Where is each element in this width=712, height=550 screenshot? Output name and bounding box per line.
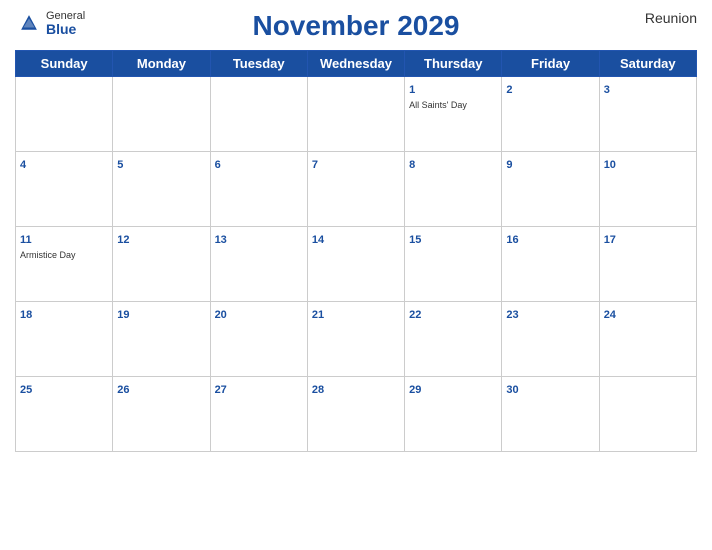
- calendar-cell: 8: [405, 152, 502, 227]
- calendar-cell: 25: [16, 377, 113, 452]
- month-title: November 2029: [252, 10, 459, 42]
- calendar-week-row: 11 Armistice Day 12 13 14 15 16 17: [16, 227, 697, 302]
- holiday-label: Armistice Day: [20, 250, 108, 261]
- calendar-cell: 21: [307, 302, 404, 377]
- calendar-cell: 10: [599, 152, 696, 227]
- calendar-week-row: 1 All Saints' Day 2 3: [16, 77, 697, 152]
- calendar-week-row: 4 5 6 7 8 9 10: [16, 152, 697, 227]
- logo-blue-text: Blue: [46, 22, 85, 36]
- calendar-cell: 9: [502, 152, 599, 227]
- day-number: 13: [215, 234, 227, 246]
- day-number: 20: [215, 309, 227, 321]
- calendar-cell: [113, 77, 210, 152]
- calendar-cell: 1 All Saints' Day: [405, 77, 502, 152]
- calendar-body: 1All Saints' Day234567891011Armistice Da…: [16, 77, 697, 452]
- day-number: 5: [117, 159, 123, 171]
- calendar-cell: 16: [502, 227, 599, 302]
- calendar-container: General Blue November 2029 Reunion Sunda…: [0, 0, 712, 550]
- day-number: 26: [117, 384, 129, 396]
- calendar-cell: 18: [16, 302, 113, 377]
- day-number: 18: [20, 309, 32, 321]
- calendar-week-row: 25 26 27 28 29 30: [16, 377, 697, 452]
- weekday-header: Sunday: [16, 51, 113, 77]
- day-number: 27: [215, 384, 227, 396]
- weekday-header: Thursday: [405, 51, 502, 77]
- day-number: 1: [409, 84, 415, 96]
- weekday-row: SundayMondayTuesdayWednesdayThursdayFrid…: [16, 51, 697, 77]
- calendar-cell: 3: [599, 77, 696, 152]
- calendar-cell: 11 Armistice Day: [16, 227, 113, 302]
- calendar-cell: 20: [210, 302, 307, 377]
- region-label: Reunion: [645, 10, 697, 26]
- calendar-header-row: SundayMondayTuesdayWednesdayThursdayFrid…: [16, 51, 697, 77]
- calendar-cell: 29: [405, 377, 502, 452]
- calendar-cell: 24: [599, 302, 696, 377]
- calendar-cell: 28: [307, 377, 404, 452]
- day-number: 14: [312, 234, 324, 246]
- weekday-header: Tuesday: [210, 51, 307, 77]
- day-number: 6: [215, 159, 221, 171]
- weekday-header: Friday: [502, 51, 599, 77]
- calendar-week-row: 18 19 20 21 22 23 24: [16, 302, 697, 377]
- day-number: 21: [312, 309, 324, 321]
- logo-text: General Blue: [46, 10, 85, 36]
- calendar-cell: [599, 377, 696, 452]
- calendar-cell: 22: [405, 302, 502, 377]
- holiday-label: All Saints' Day: [409, 100, 497, 111]
- calendar-cell: 5: [113, 152, 210, 227]
- calendar-cell: [210, 77, 307, 152]
- day-number: 28: [312, 384, 324, 396]
- day-number: 10: [604, 159, 616, 171]
- calendar-cell: [16, 77, 113, 152]
- calendar-cell: 6: [210, 152, 307, 227]
- calendar-cell: 13: [210, 227, 307, 302]
- day-number: 15: [409, 234, 421, 246]
- calendar-cell: 7: [307, 152, 404, 227]
- day-number: 30: [506, 384, 518, 396]
- day-number: 29: [409, 384, 421, 396]
- calendar-table: SundayMondayTuesdayWednesdayThursdayFrid…: [15, 50, 697, 452]
- day-number: 9: [506, 159, 512, 171]
- day-number: 17: [604, 234, 616, 246]
- calendar-cell: 15: [405, 227, 502, 302]
- weekday-header: Saturday: [599, 51, 696, 77]
- day-number: 7: [312, 159, 318, 171]
- calendar-cell: 27: [210, 377, 307, 452]
- logo: General Blue: [15, 10, 85, 36]
- weekday-header: Wednesday: [307, 51, 404, 77]
- day-number: 16: [506, 234, 518, 246]
- calendar-cell: 26: [113, 377, 210, 452]
- calendar-cell: 4: [16, 152, 113, 227]
- day-number: 8: [409, 159, 415, 171]
- day-number: 24: [604, 309, 616, 321]
- day-number: 22: [409, 309, 421, 321]
- calendar-cell: 2: [502, 77, 599, 152]
- calendar-cell: 12: [113, 227, 210, 302]
- logo-icon: [15, 14, 43, 32]
- calendar-cell: 23: [502, 302, 599, 377]
- calendar-cell: 17: [599, 227, 696, 302]
- calendar-cell: 30: [502, 377, 599, 452]
- day-number: 2: [506, 84, 512, 96]
- day-number: 19: [117, 309, 129, 321]
- day-number: 25: [20, 384, 32, 396]
- calendar-cell: [307, 77, 404, 152]
- weekday-header: Monday: [113, 51, 210, 77]
- calendar-cell: 14: [307, 227, 404, 302]
- day-number: 12: [117, 234, 129, 246]
- calendar-header: General Blue November 2029 Reunion: [15, 10, 697, 42]
- calendar-cell: 19: [113, 302, 210, 377]
- day-number: 11: [20, 234, 32, 246]
- day-number: 4: [20, 159, 26, 171]
- day-number: 23: [506, 309, 518, 321]
- day-number: 3: [604, 84, 610, 96]
